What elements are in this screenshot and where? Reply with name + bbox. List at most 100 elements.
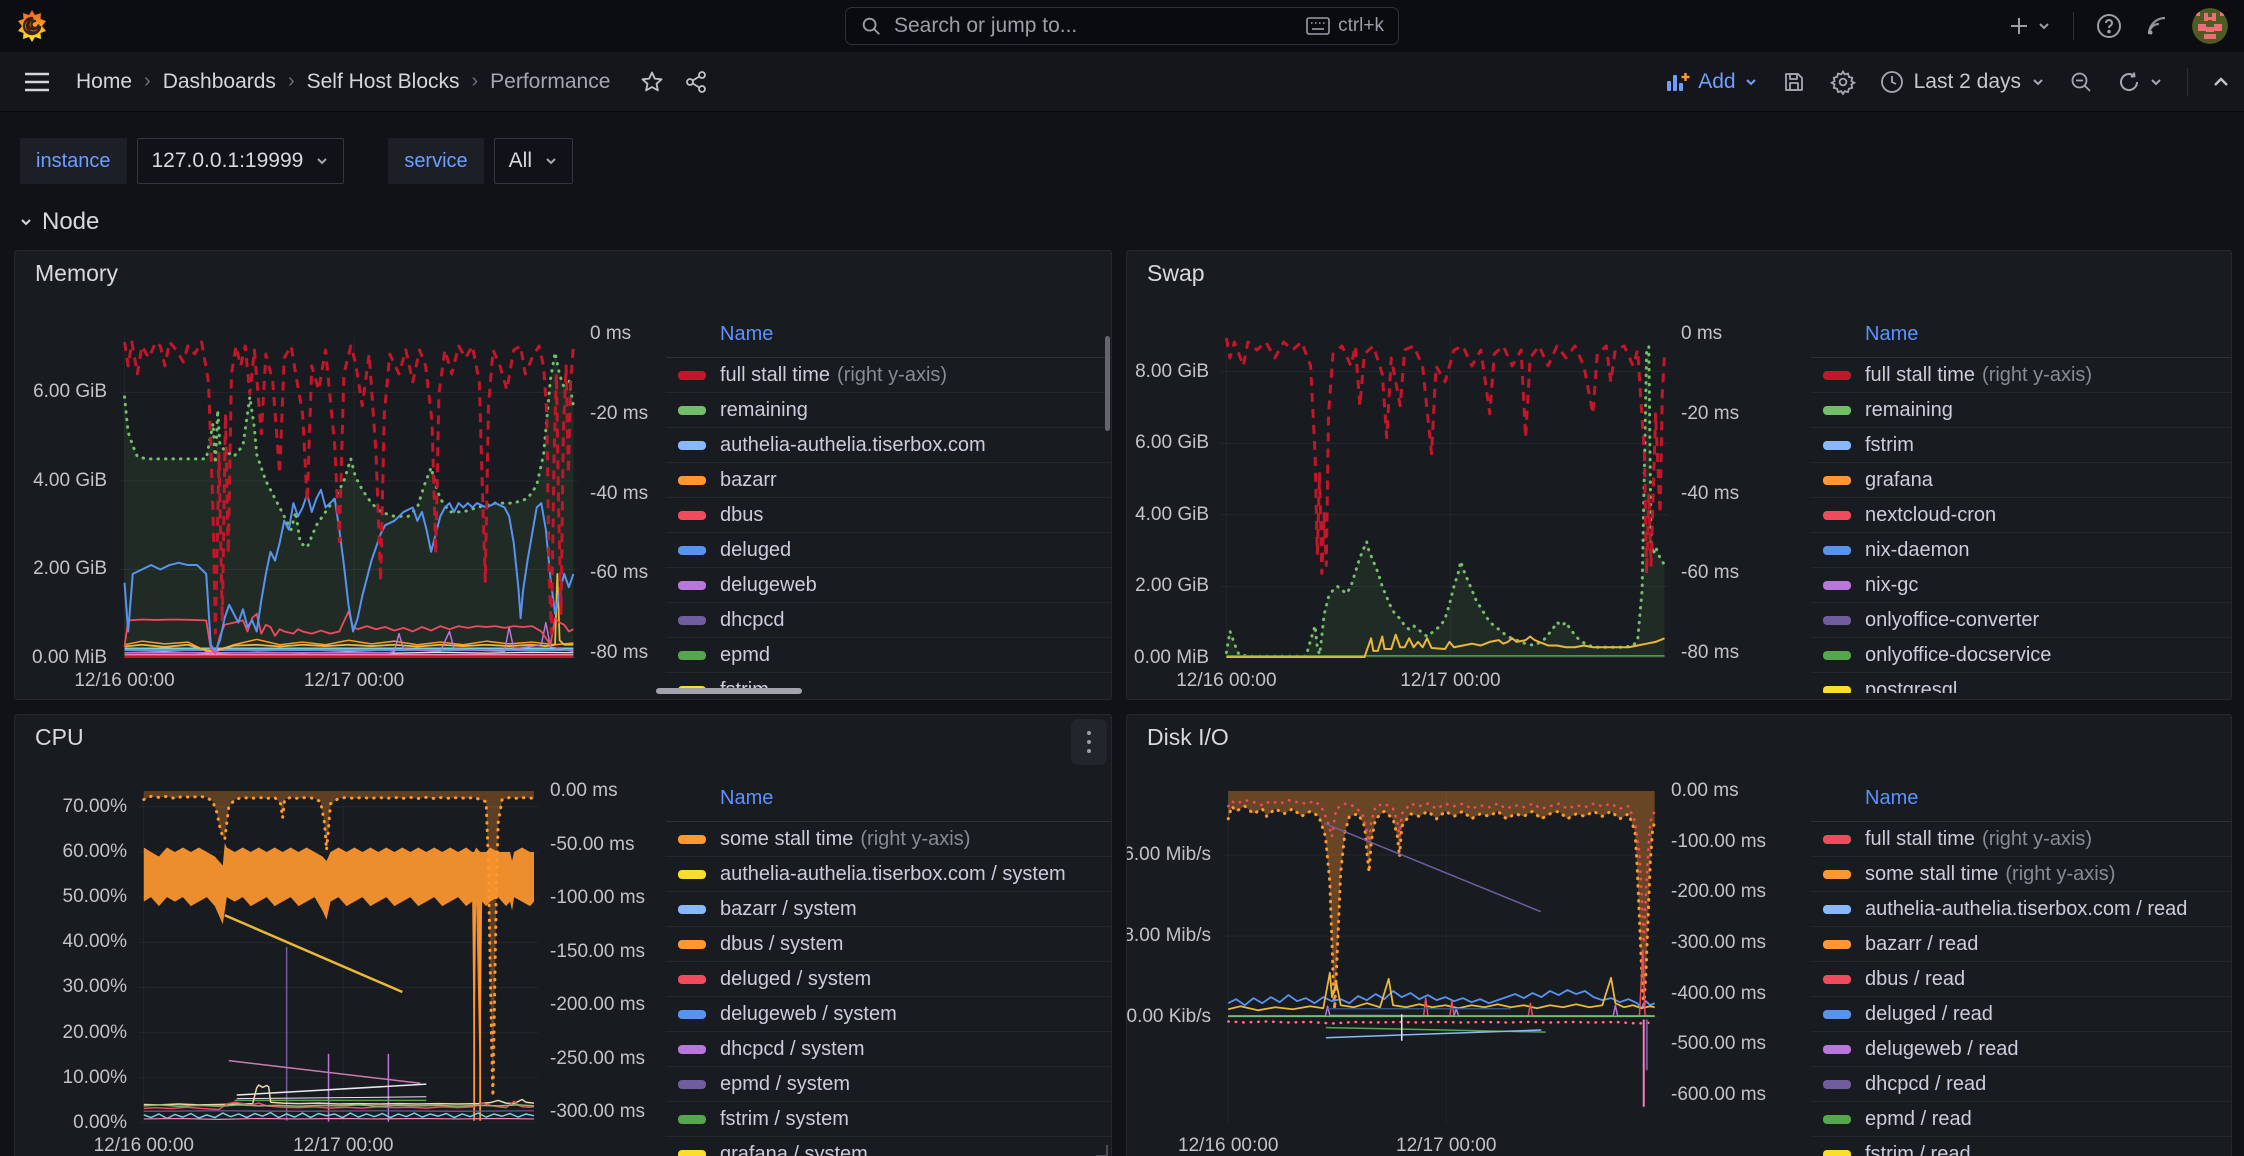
menu-toggle-button[interactable] bbox=[24, 71, 50, 93]
help-button[interactable] bbox=[2096, 13, 2122, 39]
legend-row[interactable]: remaining bbox=[666, 393, 1111, 428]
legend-row[interactable]: authelia-authelia.tiserbox.com bbox=[666, 428, 1111, 463]
star-icon[interactable] bbox=[640, 70, 664, 94]
time-range-picker[interactable]: Last 2 days bbox=[1880, 70, 2045, 94]
legend-row[interactable]: authelia-authelia.tiserbox.com / read bbox=[1811, 892, 2231, 927]
add-button[interactable]: Add bbox=[1666, 70, 1757, 94]
legend-hscrollbar[interactable] bbox=[656, 688, 802, 694]
chevron-down-icon[interactable] bbox=[2149, 75, 2163, 89]
legend-row[interactable]: deluged bbox=[666, 533, 1111, 568]
series-axis-note: (right y-axis) bbox=[2005, 863, 2115, 886]
panel-title[interactable]: Disk I/O bbox=[1127, 715, 2231, 759]
legend-row[interactable]: fstrim / read bbox=[1811, 1137, 2231, 1156]
variable-value-instance[interactable]: 127.0.0.1:19999 bbox=[137, 138, 345, 184]
y-axis-tick-left: 60.00% bbox=[63, 841, 127, 863]
y-axis-tick-left: 16.00 Mib/s bbox=[1126, 844, 1211, 866]
variable-label-instance[interactable]: instance bbox=[20, 138, 127, 184]
chart-plot[interactable] bbox=[119, 334, 578, 658]
legend-row[interactable]: dhcpcd / system bbox=[666, 1032, 1111, 1067]
legend-row[interactable]: full stall time(right y-axis) bbox=[1811, 358, 2231, 393]
dashboard-settings-button[interactable] bbox=[1830, 69, 1856, 95]
legend-row[interactable]: epmd bbox=[666, 638, 1111, 673]
legend-row[interactable]: dbus / system bbox=[666, 927, 1111, 962]
avatar[interactable] bbox=[2192, 8, 2228, 44]
series-label: dhcpcd / read bbox=[1865, 1073, 1986, 1096]
legend-row[interactable]: delugeweb / read bbox=[1811, 1032, 2231, 1067]
legend-row[interactable]: dhcpcd / read bbox=[1811, 1067, 2231, 1102]
panel-title[interactable]: Swap bbox=[1127, 251, 2231, 295]
grafana-logo[interactable] bbox=[14, 8, 50, 44]
series-color-chip bbox=[678, 975, 706, 984]
y-axis-tick-left: 70.00% bbox=[63, 796, 127, 818]
chart-disk-io[interactable]: 16.00 Mib/s8.00 Mib/s0.00 Kib/s0.00 ms-1… bbox=[1127, 759, 1811, 1156]
panel-title[interactable]: Memory bbox=[15, 251, 1111, 295]
legend-row[interactable]: bazarr / system bbox=[666, 892, 1111, 927]
zoom-out-button[interactable] bbox=[2069, 70, 2093, 94]
chevron-down-icon bbox=[2031, 75, 2045, 89]
legend-row[interactable]: authelia-authelia.tiserbox.com / system bbox=[666, 857, 1111, 892]
legend-row[interactable]: nix-gc bbox=[1811, 568, 2231, 603]
news-button[interactable] bbox=[2144, 13, 2170, 39]
x-axis-tick: 12/17 00:00 bbox=[1400, 670, 1500, 692]
resize-handle[interactable] bbox=[1096, 1145, 1108, 1156]
legend-row[interactable]: grafana bbox=[1811, 463, 2231, 498]
chart-plot[interactable] bbox=[1223, 791, 1659, 1123]
legend-header[interactable]: Name bbox=[666, 317, 1111, 358]
share-icon[interactable] bbox=[684, 70, 708, 94]
legend-row[interactable]: nix-daemon bbox=[1811, 533, 2231, 568]
series-label: dhcpcd bbox=[720, 609, 785, 632]
series-color-chip bbox=[678, 835, 706, 844]
legend-row[interactable]: delugeweb / system bbox=[666, 997, 1111, 1032]
chart-plot[interactable] bbox=[1221, 334, 1669, 658]
legend-row[interactable]: some stall time(right y-axis) bbox=[666, 822, 1111, 857]
legend-row[interactable]: deluged / system bbox=[666, 962, 1111, 997]
chevron-down-icon bbox=[315, 154, 329, 168]
legend-row[interactable]: full stall time(right y-axis) bbox=[1811, 822, 2231, 857]
keyboard-icon bbox=[1306, 17, 1330, 35]
legend-row[interactable]: dbus / read bbox=[1811, 962, 2231, 997]
legend-row[interactable]: remaining bbox=[1811, 393, 2231, 428]
breadcrumb-folder[interactable]: Self Host Blocks bbox=[307, 70, 460, 94]
legend-row[interactable]: fstrim / system bbox=[666, 1102, 1111, 1137]
legend-row[interactable]: onlyoffice-converter bbox=[1811, 603, 2231, 638]
panel-menu-button[interactable] bbox=[1071, 719, 1107, 765]
legend-row[interactable]: delugeweb bbox=[666, 568, 1111, 603]
legend-row[interactable]: onlyoffice-docservice bbox=[1811, 638, 2231, 673]
breadcrumb-home[interactable]: Home bbox=[76, 70, 132, 94]
legend-header[interactable]: Name bbox=[666, 781, 1111, 822]
save-dashboard-button[interactable] bbox=[1782, 70, 1806, 94]
chart-memory[interactable]: 6.00 GiB4.00 GiB2.00 GiB0.00 MiB0 ms-20 … bbox=[15, 295, 666, 699]
legend-row[interactable]: some stall time(right y-axis) bbox=[1811, 857, 2231, 892]
legend-row[interactable]: postgresql bbox=[1811, 673, 2231, 693]
legend-row[interactable]: deluged / read bbox=[1811, 997, 2231, 1032]
legend-row[interactable]: full stall time(right y-axis) bbox=[666, 358, 1111, 393]
variable-value-service[interactable]: All bbox=[494, 138, 573, 184]
legend-header[interactable]: Name bbox=[1811, 781, 2231, 822]
chart-plot[interactable] bbox=[139, 791, 538, 1123]
legend-header[interactable]: Name bbox=[1811, 317, 2231, 358]
series-color-chip bbox=[1823, 940, 1851, 949]
refresh-button[interactable] bbox=[2117, 70, 2141, 94]
legend-row[interactable]: grafana / system bbox=[666, 1137, 1111, 1156]
legend-row[interactable]: bazarr bbox=[666, 463, 1111, 498]
collapse-toolbar-button[interactable] bbox=[2212, 75, 2230, 89]
chart-cpu[interactable]: 70.00%60.00%50.00%40.00%30.00%20.00%10.0… bbox=[15, 759, 666, 1156]
panel-title[interactable]: CPU bbox=[15, 715, 1111, 759]
legend-row[interactable]: dbus bbox=[666, 498, 1111, 533]
legend-row[interactable]: epmd / read bbox=[1811, 1102, 2231, 1137]
row-node-header[interactable]: Node bbox=[0, 184, 2244, 236]
new-button[interactable] bbox=[2007, 14, 2051, 38]
y-axis-tick-right: -80 ms bbox=[590, 642, 648, 664]
breadcrumb-dashboards[interactable]: Dashboards bbox=[163, 70, 276, 94]
legend-row[interactable]: fstrim bbox=[1811, 428, 2231, 463]
search-input[interactable]: Search or jump to... ctrl+k bbox=[845, 7, 1399, 45]
legend-row[interactable]: nextcloud-cron bbox=[1811, 498, 2231, 533]
legend-scrollbar[interactable] bbox=[1105, 336, 1110, 431]
chevron-down-icon bbox=[1744, 75, 1758, 89]
legend-row[interactable]: epmd / system bbox=[666, 1067, 1111, 1102]
chart-swap[interactable]: 8.00 GiB6.00 GiB4.00 GiB2.00 GiB0.00 MiB… bbox=[1127, 295, 1811, 699]
legend-row[interactable]: dhcpcd bbox=[666, 603, 1111, 638]
variable-label-service[interactable]: service bbox=[388, 138, 483, 184]
legend-row[interactable]: bazarr / read bbox=[1811, 927, 2231, 962]
legend-swap: Name full stall time(right y-axis)remain… bbox=[1811, 317, 2231, 693]
